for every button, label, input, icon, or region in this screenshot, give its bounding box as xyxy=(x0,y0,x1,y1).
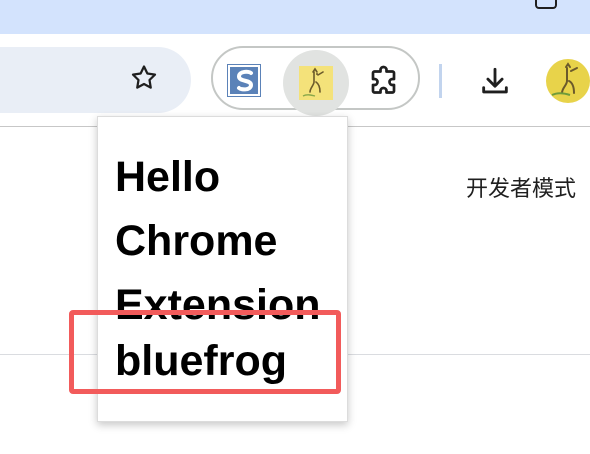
avatar[interactable] xyxy=(546,59,590,103)
popup-heading: Hello Chrome Extension xyxy=(115,153,321,329)
developer-mode-label[interactable]: 开发者模式 xyxy=(466,171,576,203)
s-letter-icon[interactable] xyxy=(227,64,261,97)
address-bar[interactable] xyxy=(0,47,191,113)
title-bar xyxy=(0,0,590,34)
download-icon[interactable] xyxy=(475,62,515,102)
browser-toolbar xyxy=(0,34,590,126)
star-icon[interactable] xyxy=(127,61,161,95)
highlight-box xyxy=(69,310,341,394)
restore-icon[interactable] xyxy=(535,0,557,9)
puzzle-icon[interactable] xyxy=(365,62,405,102)
toolbar-separator xyxy=(439,64,442,98)
giraffe-icon[interactable] xyxy=(299,66,333,100)
